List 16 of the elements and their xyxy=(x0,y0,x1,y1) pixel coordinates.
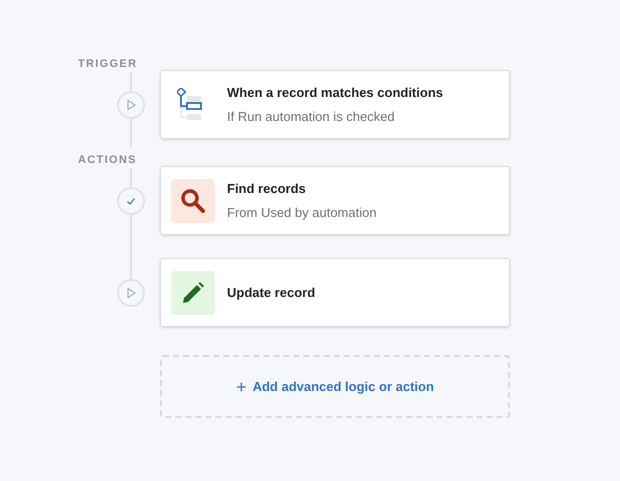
step-title: Find records xyxy=(227,180,307,198)
step-subtitle: If Run automation is checked xyxy=(227,108,396,126)
add-action-button[interactable]: + Add advanced logic or action xyxy=(160,355,510,418)
step-title: Update record xyxy=(227,284,316,302)
search-icon xyxy=(171,178,215,222)
step-card[interactable]: Update record xyxy=(160,258,510,327)
section-label: ACTIONS xyxy=(78,153,138,167)
step-card[interactable]: Find records From Used by automation xyxy=(160,166,510,235)
step-title: When a record matches conditions xyxy=(227,84,443,102)
section-label: TRIGGER xyxy=(78,57,138,71)
play-icon xyxy=(125,98,137,110)
pencil-icon xyxy=(171,270,215,314)
play-icon xyxy=(125,286,137,298)
step-card[interactable]: When a record matches conditions If Run automation is checked xyxy=(160,70,510,139)
plus-icon: + xyxy=(236,378,247,396)
step-subtitle: From Used by automation xyxy=(227,204,377,222)
